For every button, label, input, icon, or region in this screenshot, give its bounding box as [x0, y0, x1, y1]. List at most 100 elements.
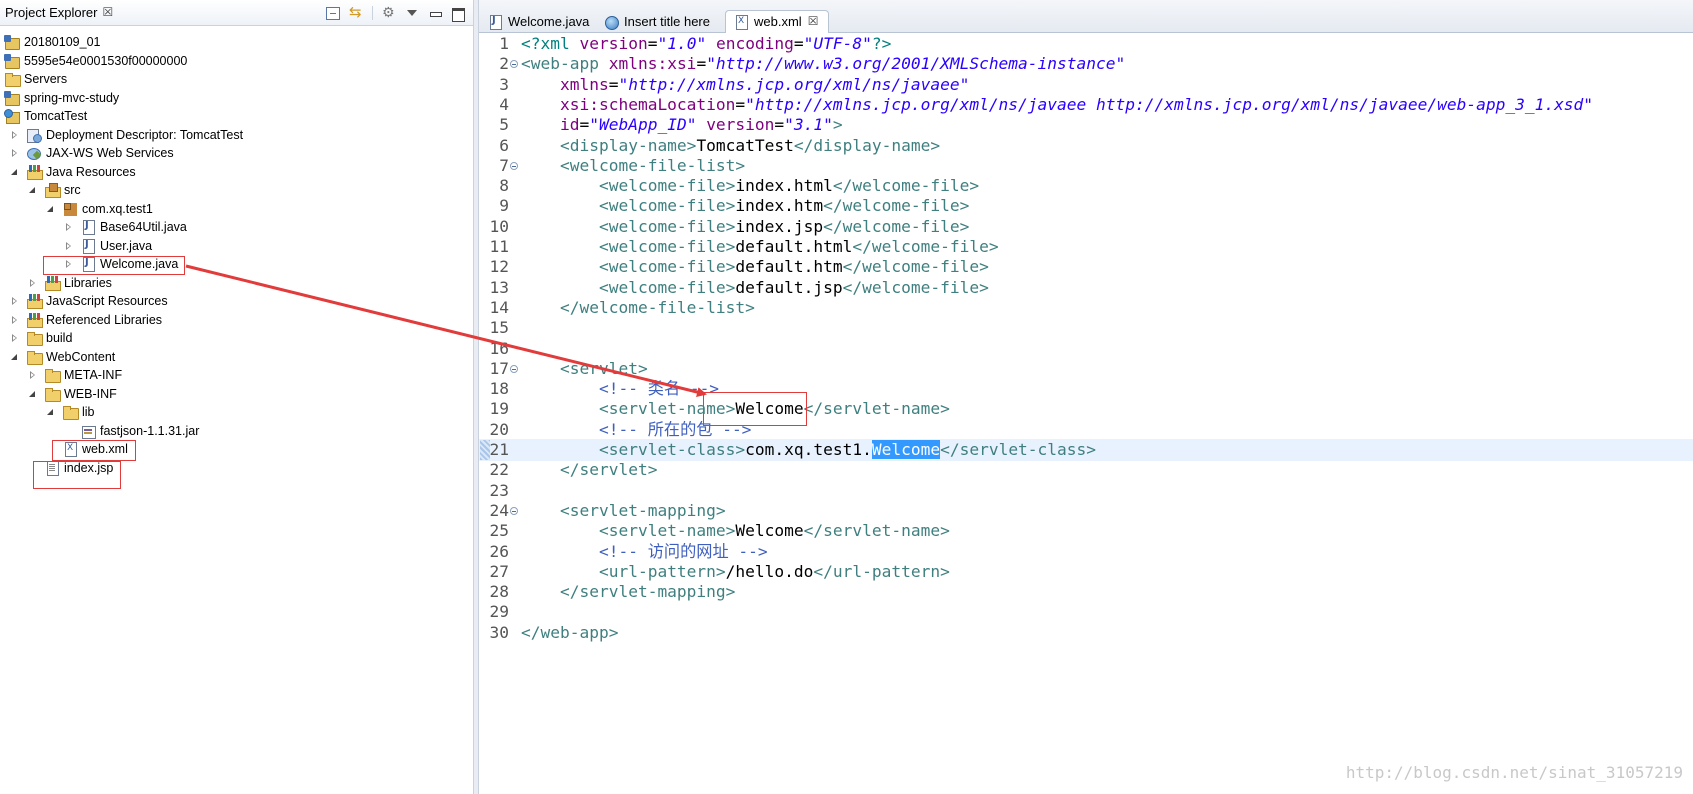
editor-tab-label: Welcome.java [508, 14, 590, 29]
code-area[interactable]: 1 <?xml version="1.0" encoding="UTF-8"?> 2… [479, 33, 1693, 794]
tree-item[interactable]: TomcatTest [4, 107, 87, 125]
collapsed-twistie-icon[interactable] [10, 148, 20, 158]
code-line[interactable]: 25 <servlet-name>Welcome</servlet-name> [479, 520, 1693, 542]
expanded-twistie-icon[interactable] [28, 185, 38, 195]
tree-item[interactable]: Base64Util.java [64, 218, 187, 236]
expanded-twistie-icon[interactable] [46, 407, 56, 417]
tree-item[interactable]: Deployment Descriptor: TomcatTest [10, 126, 243, 144]
editor-tab-web-xml[interactable]: web.xml ☒ [725, 10, 830, 33]
code-line[interactable]: 3 xmlns="http://xmlns.jcp.org/xml/ns/jav… [479, 74, 1693, 96]
line-number: 26 [489, 541, 510, 561]
code-line[interactable]: 1 <?xml version="1.0" encoding="UTF-8"?> [479, 33, 1693, 55]
maximize-icon[interactable] [451, 7, 465, 22]
collapse-all-icon[interactable] [326, 6, 340, 20]
close-icon[interactable]: ☒ [808, 14, 819, 28]
code-line[interactable]: 14 </welcome-file-list> [479, 297, 1693, 319]
fold-toggle-icon[interactable] [510, 60, 518, 69]
code-line[interactable]: 29 [479, 601, 1693, 623]
code-line[interactable]: 16 [479, 338, 1693, 360]
editor-tab-insert-title[interactable]: Insert title here [595, 10, 721, 33]
link-with-editor-icon[interactable] [349, 3, 363, 21]
code-line[interactable]: 9 <welcome-file>index.htm</welcome-file> [479, 195, 1693, 217]
expanded-twistie-icon[interactable] [10, 167, 20, 177]
project-explorer-tab[interactable]: Project Explorer ☒ [0, 0, 119, 26]
code-line[interactable]: 18 <!-- 类名 --> [479, 378, 1693, 400]
code-line[interactable]: 11 <welcome-file>default.html</welcome-f… [479, 236, 1693, 258]
tree-item-label: TomcatTest [24, 109, 88, 123]
code-line[interactable]: 24 <servlet-mapping> [479, 500, 1693, 522]
code-token: "http://www.w3.org/2001/XMLSchema-instan… [706, 54, 1126, 74]
deployment-descriptor-icon [26, 127, 42, 143]
code-line[interactable]: 13 <welcome-file>default.jsp</welcome-fi… [479, 277, 1693, 299]
tree-item[interactable]: 5595e54e0001530f00000000 [4, 52, 187, 70]
minimize-icon[interactable] [428, 7, 442, 20]
tree-item[interactable]: Java Resources [10, 163, 136, 181]
collapsed-twistie-icon[interactable] [10, 315, 20, 325]
collapsed-twistie-icon[interactable] [64, 222, 74, 232]
code-text: <!-- 类名 --> [521, 378, 719, 400]
tree-item[interactable]: spring-mvc-study [4, 89, 119, 107]
code-line[interactable]: 4 xsi:schemaLocation="http://xmlns.jcp.o… [479, 94, 1693, 116]
code-text: <welcome-file>index.html</welcome-file> [521, 175, 979, 197]
tree-item[interactable]: fastjson-1.1.31.jar [64, 422, 199, 440]
collapsed-twistie-icon[interactable] [28, 370, 38, 380]
code-token: </servlet-class> [940, 440, 1097, 459]
code-line[interactable]: 2 <web-app xmlns:xsi="http://www.w3.org/2… [479, 53, 1693, 75]
code-line[interactable]: 22 </servlet> [479, 459, 1693, 481]
tree-item-label: 5595e54e0001530f00000000 [24, 53, 188, 68]
tree-item[interactable]: 20180109_01 [4, 33, 100, 51]
code-line[interactable]: 23 [479, 480, 1693, 502]
tree-item[interactable]: src [28, 181, 81, 199]
code-line[interactable]: 17 <servlet> [479, 358, 1693, 380]
code-token: ?> [871, 34, 892, 53]
code-text: </servlet-mapping> [521, 581, 735, 603]
tree-item[interactable]: JAX-WS Web Services [10, 144, 174, 162]
code-line[interactable]: 27 <url-pattern>/hello.do</url-pattern> [479, 561, 1693, 583]
code-line[interactable]: 15 [479, 317, 1693, 339]
tree-item[interactable]: JavaScript Resources [10, 292, 168, 310]
fold-toggle-icon[interactable] [510, 364, 518, 373]
fold-toggle-icon[interactable] [510, 506, 518, 515]
code-line[interactable]: 19 <servlet-name>Welcome</servlet-name> [479, 398, 1693, 420]
collapsed-twistie-icon[interactable] [10, 296, 20, 306]
line-number: 3 [499, 74, 509, 94]
filters-icon[interactable] [382, 4, 396, 21]
close-icon[interactable]: ☒ [102, 5, 113, 19]
code-line[interactable]: 7 <welcome-file-list> [479, 155, 1693, 177]
tree-item[interactable]: Libraries [28, 274, 112, 292]
line-number: 16 [489, 338, 510, 358]
tree-item[interactable]: User.java [64, 237, 152, 255]
editor-tab-welcome-java[interactable]: Welcome.java [479, 10, 600, 33]
expanded-twistie-icon[interactable] [28, 389, 38, 399]
tree-item[interactable]: Referenced Libraries [10, 311, 162, 329]
code-line[interactable]: 28 </servlet-mapping> [479, 581, 1693, 603]
code-line[interactable]: 26 <!-- 访问的网址 --> [479, 541, 1693, 563]
code-line[interactable]: 5 id="WebApp_ID" version="3.1"> [479, 114, 1693, 136]
tree-item[interactable]: WebContent [10, 348, 115, 366]
view-menu-icon[interactable] [405, 7, 419, 20]
code-line[interactable]: 21 <servlet-class>com.xq.test1.Welcome</… [479, 439, 1693, 461]
code-line[interactable]: 30 </web-app> [479, 622, 1693, 644]
tree-item[interactable]: lib [46, 403, 95, 421]
collapsed-twistie-icon[interactable] [10, 333, 20, 343]
code-line[interactable]: 12 <welcome-file>default.htm</welcome-fi… [479, 256, 1693, 278]
expanded-twistie-icon[interactable] [46, 204, 56, 214]
code-line[interactable]: 8 <welcome-file>index.html</welcome-file… [479, 175, 1693, 197]
expanded-twistie-icon[interactable] [10, 352, 20, 362]
collapsed-twistie-icon[interactable] [10, 130, 20, 140]
code-line[interactable]: 10 <welcome-file>index.jsp</welcome-file… [479, 216, 1693, 238]
code-line[interactable]: 6 <display-name>TomcatTest</display-name… [479, 135, 1693, 157]
code-token: </welcome-file> [823, 196, 970, 216]
tree-item[interactable]: com.xq.test1 [46, 200, 153, 218]
tree-item[interactable]: META-INF [28, 366, 122, 384]
fold-toggle-icon[interactable] [510, 161, 518, 170]
collapsed-twistie-icon[interactable] [28, 278, 38, 288]
code-line[interactable]: 20 <!-- 所在的包 --> [479, 419, 1693, 441]
tree-item[interactable]: build [10, 329, 72, 347]
tree-item[interactable]: WEB-INF [28, 385, 117, 403]
tree-item[interactable]: Servers [4, 70, 67, 88]
collapsed-twistie-icon[interactable] [64, 241, 74, 251]
